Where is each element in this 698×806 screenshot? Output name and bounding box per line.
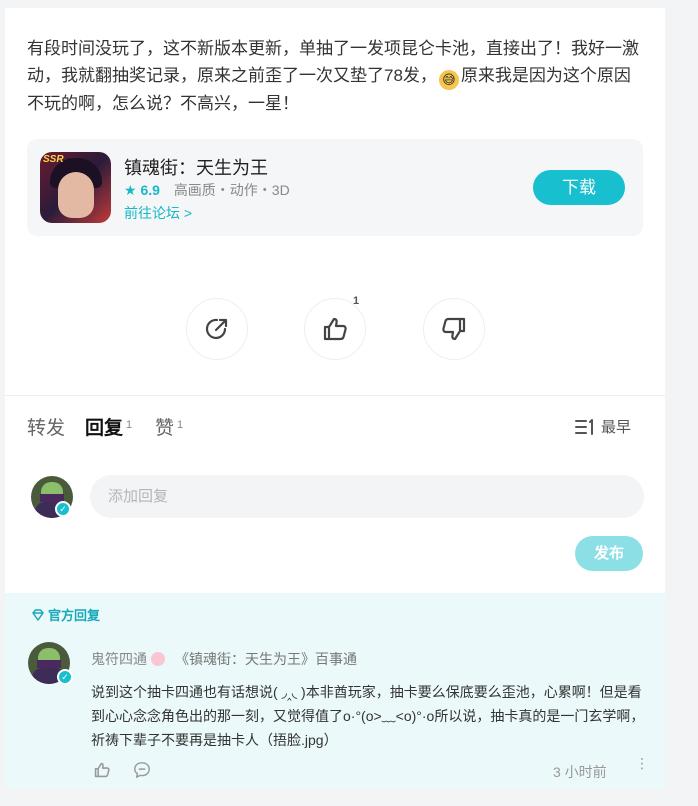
verified-icon: ✓ [57,669,73,685]
verified-icon: ✓ [55,501,71,517]
reply-input[interactable] [90,475,644,518]
official-reply-label: 官方回复 [32,605,100,624]
tab-like[interactable]: 赞1 [155,413,183,440]
diamond-icon [32,608,44,621]
thumbs-up-icon [323,317,347,341]
reply-username[interactable]: 鬼符四通 [91,651,147,667]
post-content: 有段时间没玩了，这不新版本更新，单抽了一发项昆仑卡池，直接出了！我好一激动，我就… [27,35,647,117]
tab-reply-label: 回复 [85,418,124,439]
tab-repost[interactable]: 转发 [27,413,65,440]
forum-link[interactable]: 前往论坛 > [124,203,192,223]
tab-reply[interactable]: 回复 1 [85,413,132,440]
tab-like-count: 1 [177,419,184,431]
game-tags: 高画质・动作・3D [173,182,290,198]
game-card[interactable]: SSR 镇魂街：天生为王 ★ 6.9 高画质・动作・3D 前往论坛 > 下载 [27,139,643,236]
star-icon: ★ [124,182,137,198]
gender-female-icon [151,652,165,666]
reply-text: 说到这个抽卡四通也有话想说( ◞‸◟ )本非酋玩家，抽卡要么保底要么歪池，心累啊… [91,684,645,748]
post-card: 有段时间没玩了，这不新版本更新，单抽了一发项昆仑卡池，直接出了！我好一激动，我就… [5,8,665,788]
like-button[interactable] [304,298,366,360]
reply-user-title: 《镇魂街：天生为王》百事通 [175,651,357,667]
reply-user-line: 鬼符四通 《镇魂街：天生为王》百事通 [91,649,357,669]
dislike-button[interactable] [423,298,485,360]
more-options-icon[interactable]: ⋮ [635,756,649,770]
grin-sweat-emoji-icon: 😅 [438,70,459,90]
share-icon [205,318,228,340]
reply-time: 3 小时前 [553,764,607,780]
reply-like-icon[interactable] [93,761,111,779]
reply-footer [93,761,151,779]
download-button[interactable]: 下载 [533,170,625,205]
reply-comment-icon[interactable] [133,761,151,779]
thumbs-down-icon [442,317,466,341]
like-count: 1 [353,295,360,307]
publish-button[interactable]: 发布 [575,536,643,571]
sort-icon [575,418,593,435]
game-icon[interactable]: SSR [40,152,111,223]
game-title[interactable]: 镇魂街：天生为王 [124,154,268,180]
game-icon-tag: SSR [43,154,64,165]
share-button[interactable] [186,298,248,360]
sort-toggle[interactable]: 最早 [575,416,631,437]
game-rating: 6.9 [140,182,160,198]
official-reply-section: 官方回复 ✓ 鬼符四通 《镇魂街：天生为王》百事通 说到这个抽卡四通也有话想说( … [5,593,665,788]
tab-reply-count: 1 [126,419,133,431]
divider [5,395,665,396]
sort-label: 最早 [601,419,632,436]
tab-like-label: 赞 [155,418,175,439]
official-reply-label-text: 官方回复 [48,608,101,623]
game-meta: ★ 6.9 高画质・动作・3D [124,180,290,200]
